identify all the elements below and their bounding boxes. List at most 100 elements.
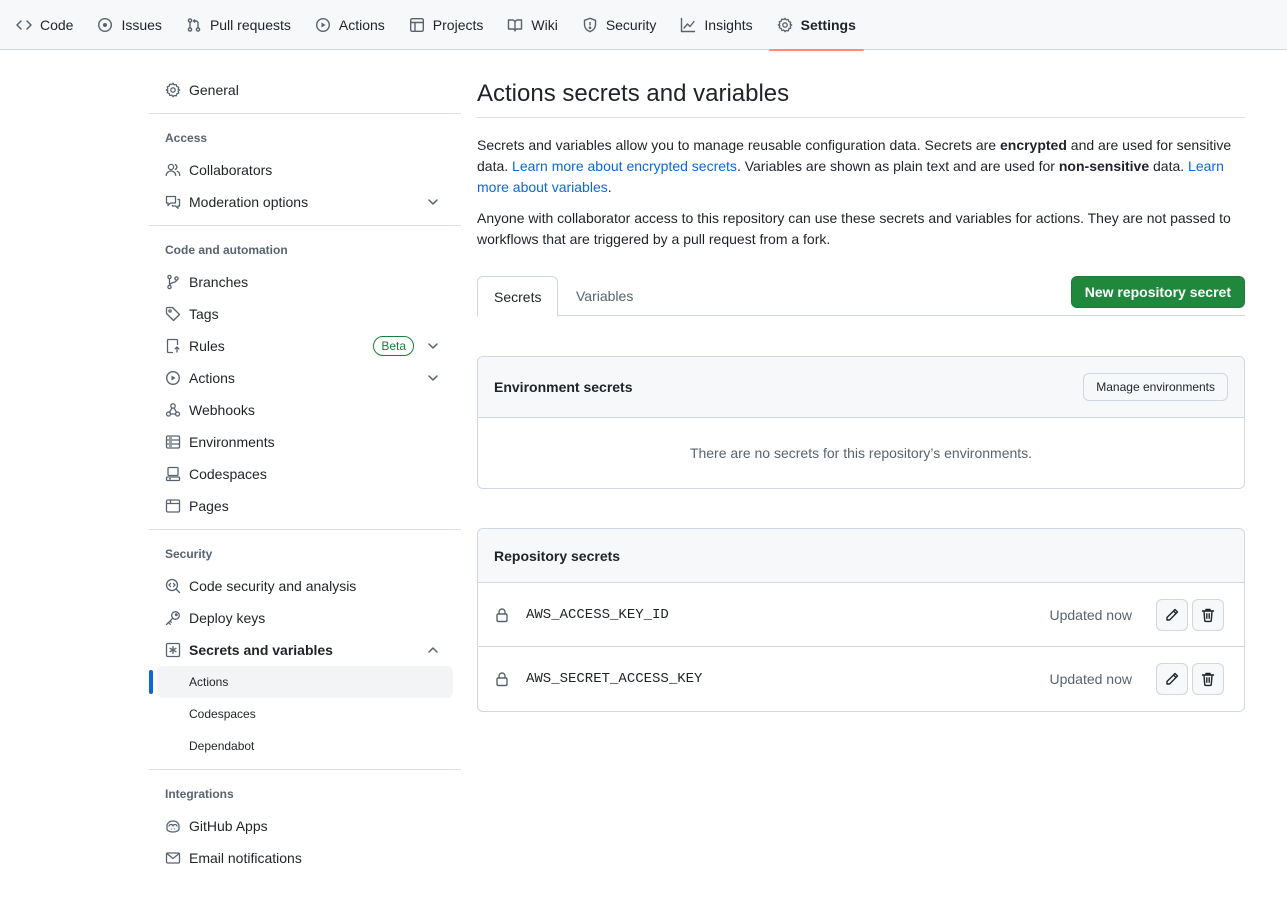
pencil-icon xyxy=(1164,607,1180,623)
learn-more-secrets-link[interactable]: Learn more about encrypted secrets xyxy=(512,158,737,174)
edit-secret-button[interactable] xyxy=(1156,599,1188,631)
secret-row: AWS_ACCESS_KEY_ID Updated now xyxy=(478,583,1244,647)
issue-opened-icon xyxy=(97,17,113,33)
tab-label: Issues xyxy=(121,17,162,33)
sidebar-item-pages[interactable]: Pages xyxy=(157,491,453,521)
description-text: . xyxy=(607,179,612,195)
copilot-icon xyxy=(165,818,181,834)
chevron-down-icon[interactable] xyxy=(425,194,441,210)
sidebar-item-label: Secrets and variables xyxy=(189,642,333,658)
description-text: Secrets and variables allow you to manag… xyxy=(477,137,1000,153)
sidebar-item-codespaces[interactable]: Codespaces xyxy=(157,459,453,489)
secret-updated: Updated now xyxy=(1049,671,1132,687)
sidebar-item-label: Deploy keys xyxy=(189,610,266,626)
secret-name: AWS_SECRET_ACCESS_KEY xyxy=(526,671,703,687)
sidebar-item-email-notifications[interactable]: Email notifications xyxy=(157,843,453,873)
repo-push-icon xyxy=(165,338,181,354)
tab-pull-requests[interactable]: Pull requests xyxy=(178,0,299,50)
browser-icon xyxy=(165,498,181,514)
sidebar-item-label: Webhooks xyxy=(189,402,255,418)
sidebar-item-deploy-keys[interactable]: Deploy keys xyxy=(157,603,453,633)
tab-settings[interactable]: Settings xyxy=(768,0,865,51)
sidebar-item-label: Branches xyxy=(189,274,249,290)
sidebar-item-label: Collaborators xyxy=(189,162,273,178)
tab-issues[interactable]: Issues xyxy=(89,0,169,50)
tab-secrets[interactable]: Secrets xyxy=(477,276,559,317)
sidebar-item-label: Rules xyxy=(189,338,225,354)
active-item-indicator xyxy=(149,670,153,694)
sidebar-subitem-label: Actions xyxy=(189,675,229,689)
sidebar-item-general[interactable]: General xyxy=(157,75,453,105)
play-icon xyxy=(165,370,181,386)
sidebar-subitem-codespaces[interactable]: Codespaces xyxy=(157,698,453,730)
sidebar-item-collaborators[interactable]: Collaborators xyxy=(157,155,453,185)
secret-name: AWS_ACCESS_KEY_ID xyxy=(526,606,669,623)
codescan-icon xyxy=(165,578,181,594)
description-collaborator-access: Anyone with collaborator access to this … xyxy=(477,210,1231,247)
tab-insights[interactable]: Insights xyxy=(672,0,760,50)
secret-updated: Updated now xyxy=(1049,606,1132,623)
sidebar-item-moderation-options[interactable]: Moderation options xyxy=(157,187,453,217)
tab-label: Actions xyxy=(338,17,385,33)
delete-secret-button[interactable] xyxy=(1192,663,1224,695)
sidebar-subitem-label: Dependabot xyxy=(189,739,255,753)
sidebar-heading-code-automation: Code and automation xyxy=(165,243,288,257)
codespaces-icon xyxy=(165,466,181,482)
sidebar-item-rules[interactable]: Rules Beta xyxy=(157,331,453,361)
chevron-up-icon[interactable] xyxy=(425,642,441,658)
sidebar-divider xyxy=(149,769,461,770)
description-text: . Variables are shown as plain text and … xyxy=(736,158,1059,174)
description-secrets: Secrets and variables allow you to manag… xyxy=(477,135,1245,198)
tab-label: Insights xyxy=(704,17,753,33)
tab-wiki[interactable]: Wiki xyxy=(499,0,565,50)
lock-icon xyxy=(494,671,510,687)
beta-badge: Beta xyxy=(373,336,414,356)
sidebar-item-secrets-and-variables[interactable]: Secrets and variables xyxy=(157,635,453,665)
manage-environments-button[interactable]: Manage environments xyxy=(1083,373,1228,401)
tab-security[interactable]: Security xyxy=(574,0,665,50)
sidebar-item-label: Email notifications xyxy=(189,850,302,866)
tab-code[interactable]: Code xyxy=(8,0,81,50)
sidebar-heading-security: Security xyxy=(165,547,213,561)
tab-label: Security xyxy=(605,17,657,33)
description-emphasis: encrypted xyxy=(999,137,1067,153)
tab-label: Code xyxy=(40,17,74,33)
chevron-down-icon[interactable] xyxy=(425,338,441,354)
sidebar-item-code-security[interactable]: Code security and analysis xyxy=(157,571,453,601)
comment-discussion-icon xyxy=(165,194,181,210)
title-divider xyxy=(477,117,1245,118)
git-pull-request-icon xyxy=(186,17,202,33)
sidebar-item-tags[interactable]: Tags xyxy=(157,299,453,329)
table-icon xyxy=(409,17,425,33)
sidebar-divider xyxy=(149,225,461,226)
mail-icon xyxy=(165,850,181,866)
sidebar-item-environments[interactable]: Environments xyxy=(157,427,453,457)
sidebar-subitem-dependabot[interactable]: Dependabot xyxy=(157,730,453,762)
pencil-icon xyxy=(1164,671,1180,687)
key-asterisk-icon xyxy=(165,642,181,658)
environment-secrets-box: Environment secrets Manage environments … xyxy=(477,356,1245,489)
edit-secret-button[interactable] xyxy=(1156,663,1188,695)
sidebar-subitem-actions[interactable]: Actions xyxy=(157,666,453,698)
sidebar-item-label: Moderation options xyxy=(189,194,309,210)
sidebar-item-label: Code security and analysis xyxy=(189,578,357,594)
page-title: Actions secrets and variables xyxy=(477,80,790,107)
sidebar-item-actions[interactable]: Actions xyxy=(157,363,453,393)
repository-secrets-box: Repository secrets AWS_ACCESS_KEY_ID Upd… xyxy=(477,528,1245,712)
sidebar-item-webhooks[interactable]: Webhooks xyxy=(157,395,453,425)
description-emphasis: non-sensitive xyxy=(1058,158,1150,174)
sidebar-heading-access: Access xyxy=(165,131,208,145)
sidebar-item-github-apps[interactable]: GitHub Apps xyxy=(157,811,453,841)
new-repository-secret-button[interactable]: New repository secret xyxy=(1070,276,1245,308)
trash-icon xyxy=(1200,607,1216,623)
delete-secret-button[interactable] xyxy=(1192,599,1224,631)
tab-variables[interactable]: Variables xyxy=(560,276,649,316)
sidebar-item-label: General xyxy=(189,82,239,98)
sidebar-item-branches[interactable]: Branches xyxy=(157,267,453,297)
chevron-down-icon[interactable] xyxy=(425,370,441,386)
tab-actions[interactable]: Actions xyxy=(307,0,393,50)
tab-label: Projects xyxy=(432,17,484,33)
key-icon xyxy=(165,610,181,626)
repo-nav: Code Issues Pull requests Actions Projec… xyxy=(0,0,1287,51)
tab-projects[interactable]: Projects xyxy=(401,0,492,50)
